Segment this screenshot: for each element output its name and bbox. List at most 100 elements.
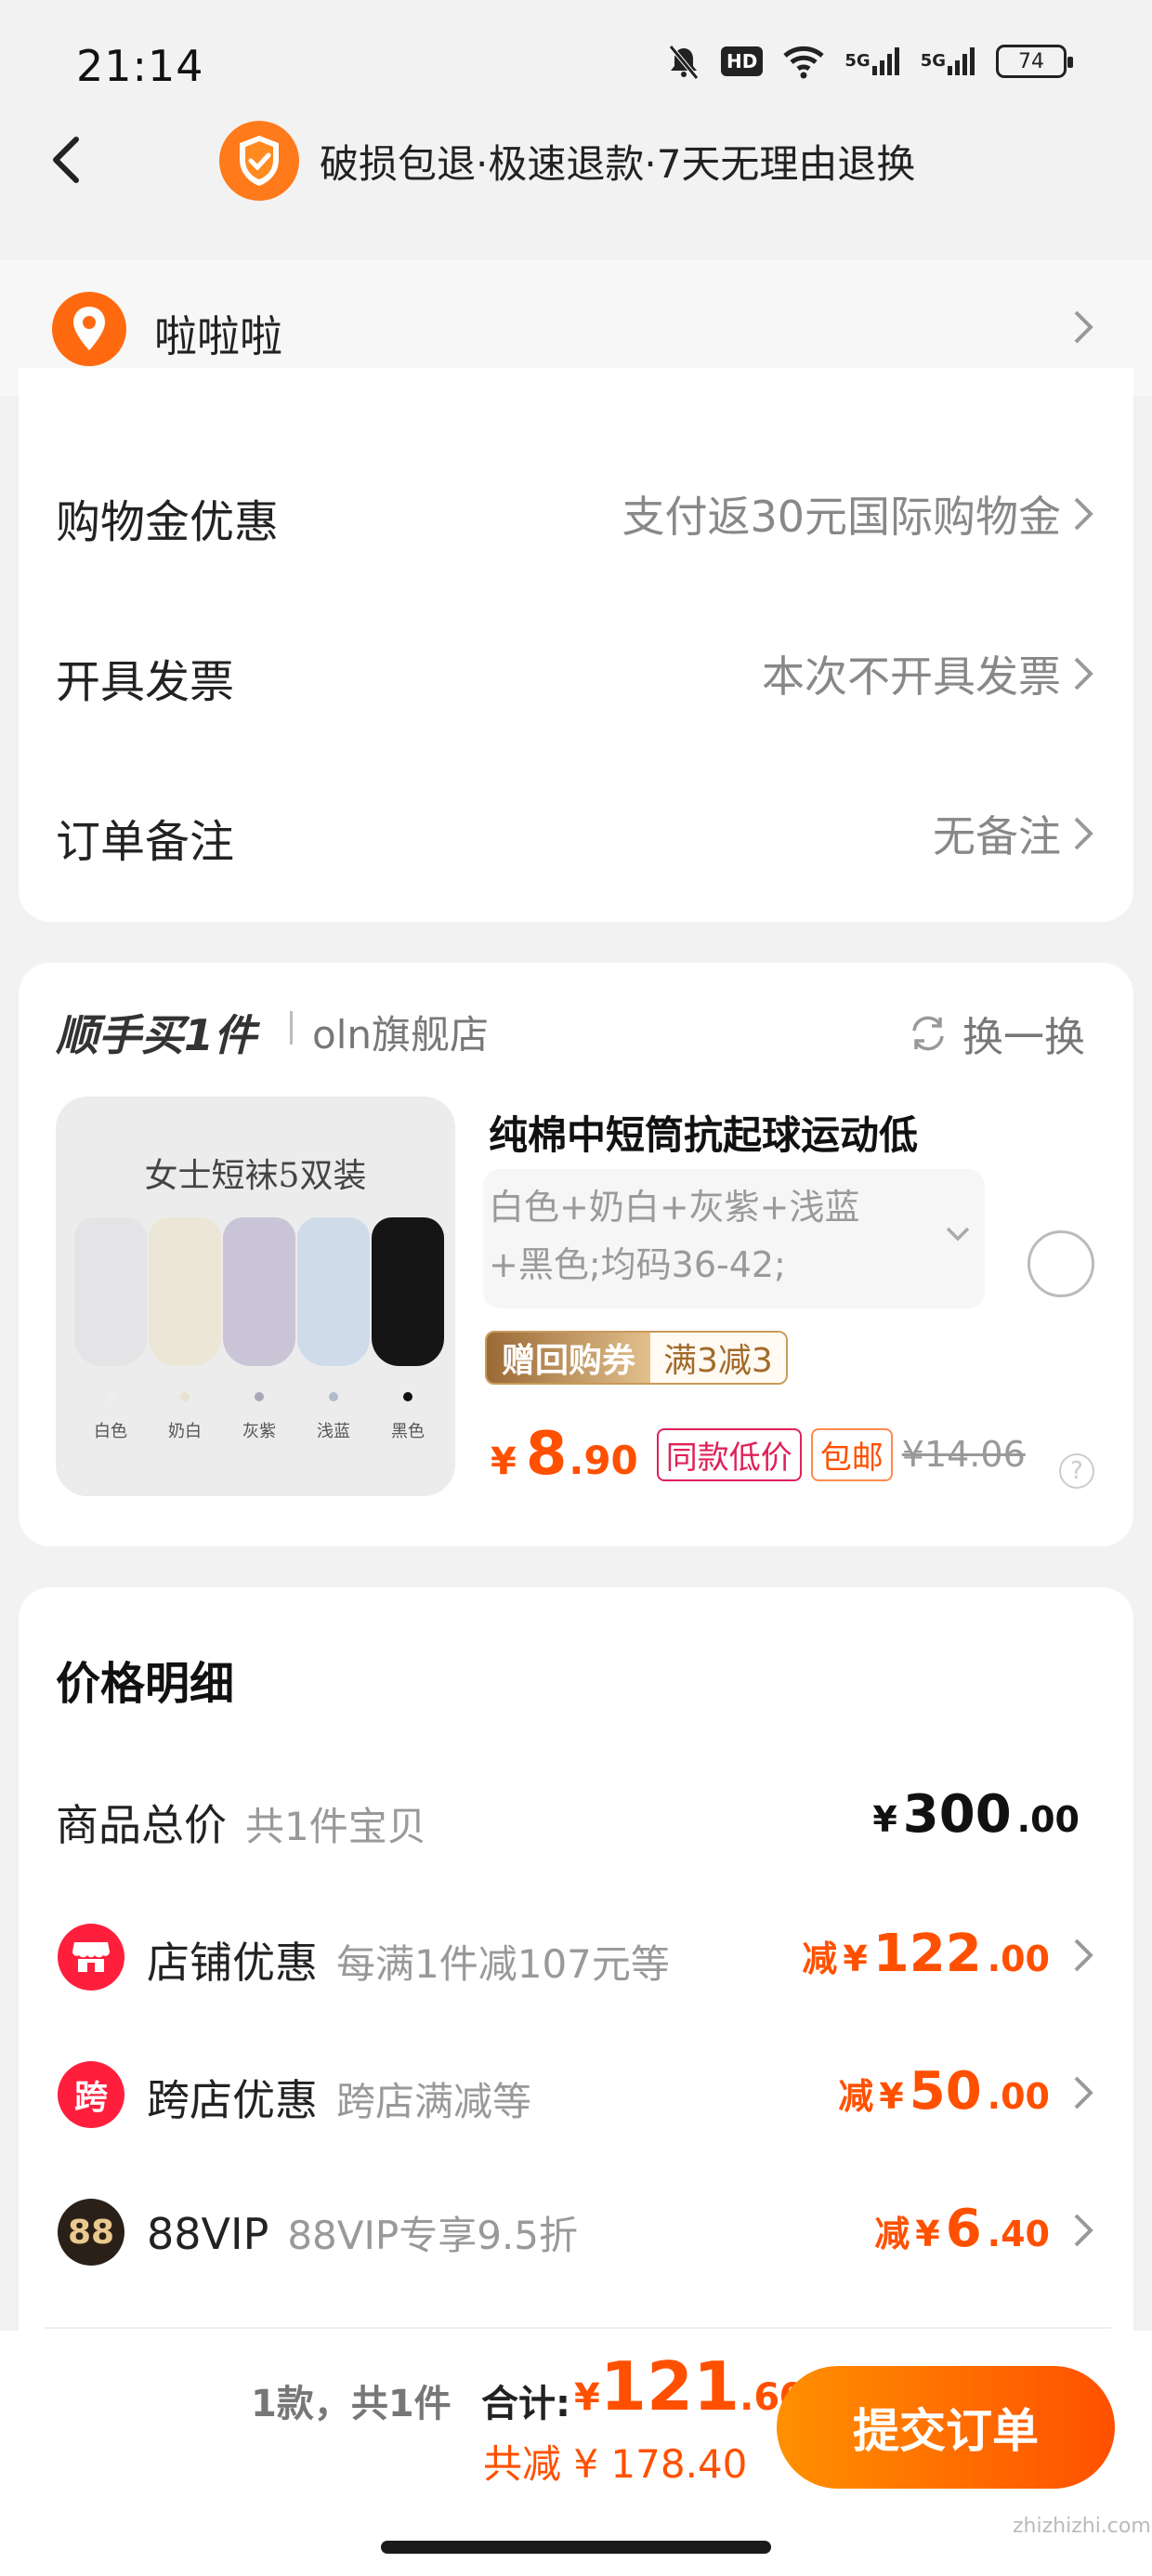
store-discount-sub: 每满1件减107元等 bbox=[336, 1941, 670, 1987]
addon-title: 顺手买1件 bbox=[56, 1010, 257, 1060]
chevron-right-icon bbox=[1074, 310, 1093, 344]
amount-decimal: .40 bbox=[987, 2214, 1050, 2254]
chevron-right-icon bbox=[1074, 2214, 1093, 2247]
chevron-right-icon bbox=[1074, 817, 1093, 850]
coupon-rule: 满3减3 bbox=[650, 1333, 786, 1383]
color-label: 白色 bbox=[94, 1422, 127, 1441]
signal-5g-icon: 5G bbox=[844, 46, 901, 77]
color-dot bbox=[255, 1392, 264, 1401]
help-icon[interactable]: ? bbox=[1059, 1453, 1094, 1489]
amount-decimal: .00 bbox=[987, 1939, 1050, 1979]
cross-store-sub: 跨店满减等 bbox=[336, 2079, 532, 2124]
minus-label: 减 bbox=[874, 2214, 910, 2254]
color-label: 黑色 bbox=[391, 1422, 425, 1441]
shopping-credit-value: 支付返30元国际购物金 bbox=[622, 492, 1061, 542]
vip88-icon: 88 bbox=[58, 2199, 124, 2266]
amount-integer: 50 bbox=[909, 2061, 982, 2122]
chevron-right-icon bbox=[1074, 2076, 1093, 2109]
sock-cream bbox=[149, 1217, 221, 1366]
location-pin-icon bbox=[52, 292, 126, 366]
color-label: 奶白 bbox=[168, 1422, 202, 1441]
refresh-icon bbox=[912, 1016, 944, 1051]
store-icon bbox=[58, 1924, 124, 1991]
currency: ¥ bbox=[843, 1939, 868, 1979]
submit-order-button[interactable]: 提交订单 bbox=[777, 2366, 1115, 2489]
total-sub: 共1件宝贝 bbox=[245, 1804, 426, 1849]
price-detail-title: 价格明细 bbox=[56, 1658, 235, 1710]
total-decimal: .00 bbox=[1016, 1799, 1080, 1840]
color-dot bbox=[180, 1392, 190, 1401]
total-amount: ¥ 300 .00 bbox=[872, 1784, 1080, 1845]
amount-integer: 6 bbox=[945, 2199, 982, 2259]
status-time: 21:14 bbox=[76, 41, 204, 91]
battery-icon: 74 bbox=[996, 45, 1073, 78]
original-price: ¥14.06 bbox=[901, 1434, 1026, 1475]
chevron-right-icon bbox=[1074, 657, 1093, 690]
back-button[interactable] bbox=[41, 132, 97, 188]
swap-button[interactable]: 换一换 bbox=[907, 1004, 1085, 1063]
vip88-row[interactable]: 88VIP 88VIP专享9.5折 bbox=[147, 2204, 578, 2261]
invoice-label: 开具发票 bbox=[56, 656, 235, 708]
total-saved: 共减 ¥ 178.40 bbox=[483, 2441, 748, 2487]
currency: ¥ bbox=[915, 2214, 940, 2254]
total-label: 商品总价 bbox=[56, 1800, 227, 1850]
product-image[interactable]: 女士短袜5双装 白色 奶白 灰紫 浅蓝 黑色 bbox=[56, 1097, 455, 1496]
sum-label: 合计: bbox=[481, 2383, 570, 2425]
same-low-price-tag: 同款低价 bbox=[656, 1427, 802, 1481]
color-dot bbox=[329, 1392, 338, 1401]
guarantee-banner: 破损包退·极速退款·7天无理由退换 bbox=[219, 121, 915, 201]
cross-store-label: 跨店优惠 bbox=[147, 2075, 318, 2125]
home-indicator[interactable] bbox=[381, 2541, 771, 2554]
sum-integer: 121 bbox=[599, 2347, 740, 2425]
total-integer: 300 bbox=[902, 1784, 1012, 1845]
store-discount-row[interactable]: 店铺优惠 每满1件减107元等 bbox=[147, 1929, 670, 1991]
amount-decimal: .00 bbox=[987, 2076, 1050, 2117]
currency: ¥ bbox=[879, 2076, 904, 2117]
sum-currency: ¥ bbox=[574, 2376, 600, 2419]
addon-store-name[interactable]: oln旗舰店 bbox=[312, 1004, 489, 1060]
price-decimal: .90 bbox=[569, 1438, 638, 1483]
shopping-credit-row[interactable]: 支付返30元国际购物金 bbox=[622, 483, 1094, 545]
guarantee-text: 破损包退·极速退款·7天无理由退换 bbox=[320, 140, 916, 187]
minus-label: 减 bbox=[802, 1939, 838, 1979]
hd-icon: HD bbox=[721, 46, 764, 76]
wifi-icon bbox=[781, 43, 826, 80]
free-shipping-tag: 包邮 bbox=[810, 1427, 893, 1481]
cross-store-icon: 跨 bbox=[58, 2061, 124, 2128]
sock-black bbox=[372, 1217, 444, 1366]
address-name: 啦啦啦 bbox=[154, 311, 282, 361]
store-divider bbox=[290, 1011, 293, 1045]
shopping-credit-label: 购物金优惠 bbox=[56, 496, 280, 548]
item-count: 1款，共1件 bbox=[251, 2383, 452, 2425]
color-label: 灰紫 bbox=[242, 1422, 276, 1441]
vip88-amount: 减 ¥ 6 .40 bbox=[874, 2199, 1050, 2259]
order-note-label: 订单备注 bbox=[56, 816, 235, 868]
amount-integer: 122 bbox=[872, 1924, 982, 1984]
product-image-title: 女士短袜5双装 bbox=[144, 1157, 367, 1195]
total-currency: ¥ bbox=[872, 1799, 897, 1840]
addon-product-title[interactable]: 纯棉中短筒抗起球运动低 bbox=[489, 1104, 918, 1161]
shield-check-icon bbox=[219, 121, 299, 201]
sock-lilac bbox=[223, 1217, 295, 1366]
vip88-sub: 88VIP专享9.5折 bbox=[287, 2213, 578, 2258]
divider bbox=[45, 2327, 1111, 2329]
addon-price-row: ¥ 8 .90 同款低价 包邮 ¥14.06 bbox=[491, 1420, 1026, 1489]
order-note-row[interactable]: 无备注 bbox=[933, 803, 1094, 864]
color-dot bbox=[106, 1392, 115, 1401]
store-discount-label: 店铺优惠 bbox=[147, 1938, 318, 1988]
back-arrow-icon bbox=[53, 137, 79, 183]
repurchase-coupon: 赠回购券 满3减3 bbox=[485, 1331, 788, 1385]
mute-bell-icon bbox=[665, 43, 702, 80]
cross-store-row[interactable]: 跨店优惠 跨店满减等 bbox=[147, 2067, 531, 2128]
price-integer: 8 bbox=[525, 1420, 568, 1489]
addon-select-radio[interactable] bbox=[1028, 1230, 1094, 1297]
invoice-row[interactable]: 本次不开具发票 bbox=[762, 643, 1094, 704]
coupon-label: 赠回购券 bbox=[487, 1333, 651, 1383]
minus-label: 减 bbox=[838, 2076, 874, 2117]
chevron-right-icon bbox=[1074, 497, 1093, 531]
signal-5g-icon-2: 5G bbox=[921, 46, 977, 77]
vip88-label: 88VIP bbox=[147, 2209, 269, 2259]
swap-label: 换一换 bbox=[962, 1014, 1085, 1061]
status-icons: HD 5G 5G 74 bbox=[665, 43, 1073, 80]
chevron-down-icon bbox=[946, 1227, 970, 1242]
